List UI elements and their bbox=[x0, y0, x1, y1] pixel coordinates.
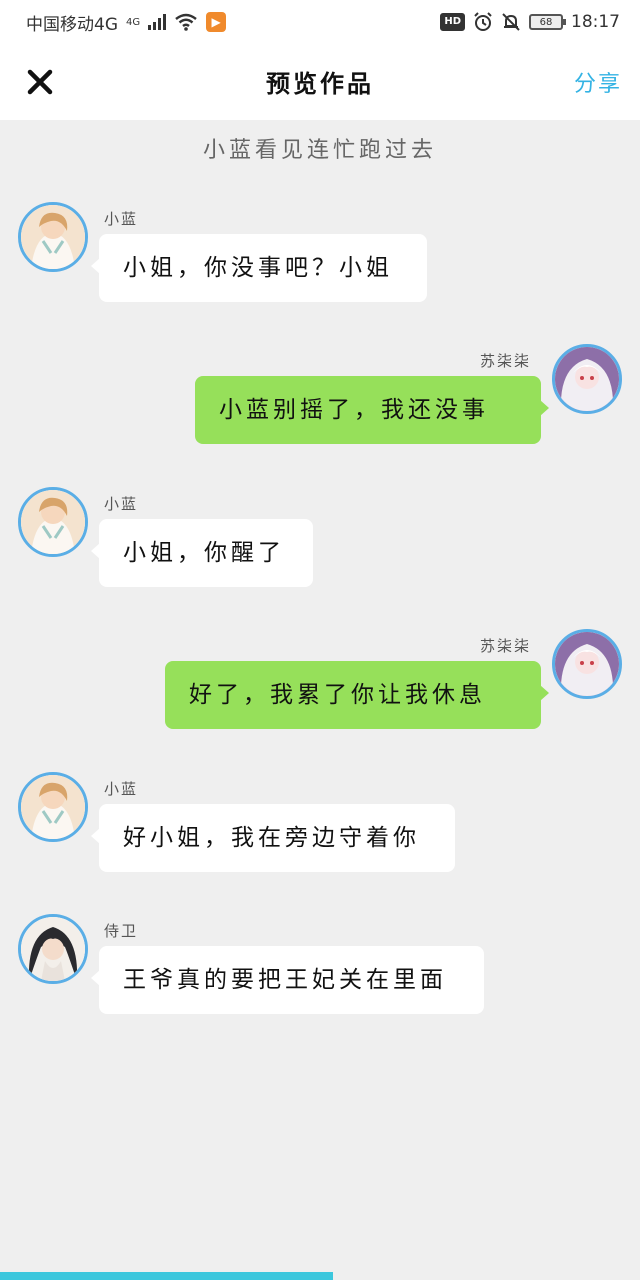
avatar-girl-icon bbox=[21, 490, 85, 554]
avatar-white-hair-girl-icon bbox=[555, 632, 619, 696]
sender-name: 侍卫 bbox=[104, 922, 139, 940]
avatar-girl-icon bbox=[21, 205, 85, 269]
progress-fill bbox=[0, 1272, 333, 1280]
avatar-guard-icon bbox=[21, 917, 85, 981]
battery-icon: 68 bbox=[529, 14, 566, 30]
status-bar: 中国移动4G 4G ▶ HD 68 18:17 bbox=[0, 0, 640, 44]
signal-icon bbox=[148, 14, 167, 30]
avatar-xiaolan[interactable] bbox=[18, 202, 88, 272]
header-bar: 预览作品 分享 bbox=[0, 44, 640, 120]
sender-name: 小蓝 bbox=[104, 495, 139, 513]
message-bubble: 好了，我累了你让我休息 bbox=[165, 661, 549, 729]
message-bubble: 好小姐，我在旁边守着你 bbox=[91, 804, 455, 872]
avatar-guard[interactable] bbox=[18, 914, 88, 984]
app-notification-icon: ▶ bbox=[206, 12, 227, 32]
share-button[interactable]: 分享 bbox=[574, 66, 622, 98]
playback-progress-bar bbox=[0, 1272, 640, 1280]
avatar-girl-icon bbox=[21, 775, 85, 839]
avatar-xiaolan[interactable] bbox=[18, 487, 88, 557]
avatar-white-hair-girl-icon bbox=[555, 347, 619, 411]
alarm-icon bbox=[474, 12, 492, 31]
clock: 18:17 bbox=[571, 12, 620, 32]
mute-bell-icon bbox=[502, 13, 520, 31]
message-bubble: 小蓝别摇了，我还没事 bbox=[195, 376, 549, 444]
sender-name: 小蓝 bbox=[104, 780, 139, 798]
sender-name: 小蓝 bbox=[104, 210, 139, 228]
message-bubble: 小姐，你醒了 bbox=[91, 519, 313, 587]
wifi-icon bbox=[175, 13, 197, 31]
hd-icon: HD bbox=[440, 13, 465, 31]
message-bubble: 小姐，你没事吧？小姐 bbox=[91, 234, 427, 302]
network-type-label: 4G bbox=[126, 16, 141, 28]
page-title: 预览作品 bbox=[266, 70, 374, 98]
avatar-xiaolan[interactable] bbox=[18, 772, 88, 842]
narration-text: 小蓝看见连忙跑过去 bbox=[202, 138, 437, 163]
sender-name: 苏柒柒 bbox=[480, 637, 532, 655]
sender-name: 苏柒柒 bbox=[480, 352, 532, 370]
avatar-suqiqi[interactable] bbox=[552, 344, 622, 414]
avatar-suqiqi[interactable] bbox=[552, 629, 622, 699]
carrier-label: 中国移动4G bbox=[26, 14, 118, 35]
message-bubble: 王爷真的要把王妃关在里面 bbox=[91, 946, 484, 1014]
